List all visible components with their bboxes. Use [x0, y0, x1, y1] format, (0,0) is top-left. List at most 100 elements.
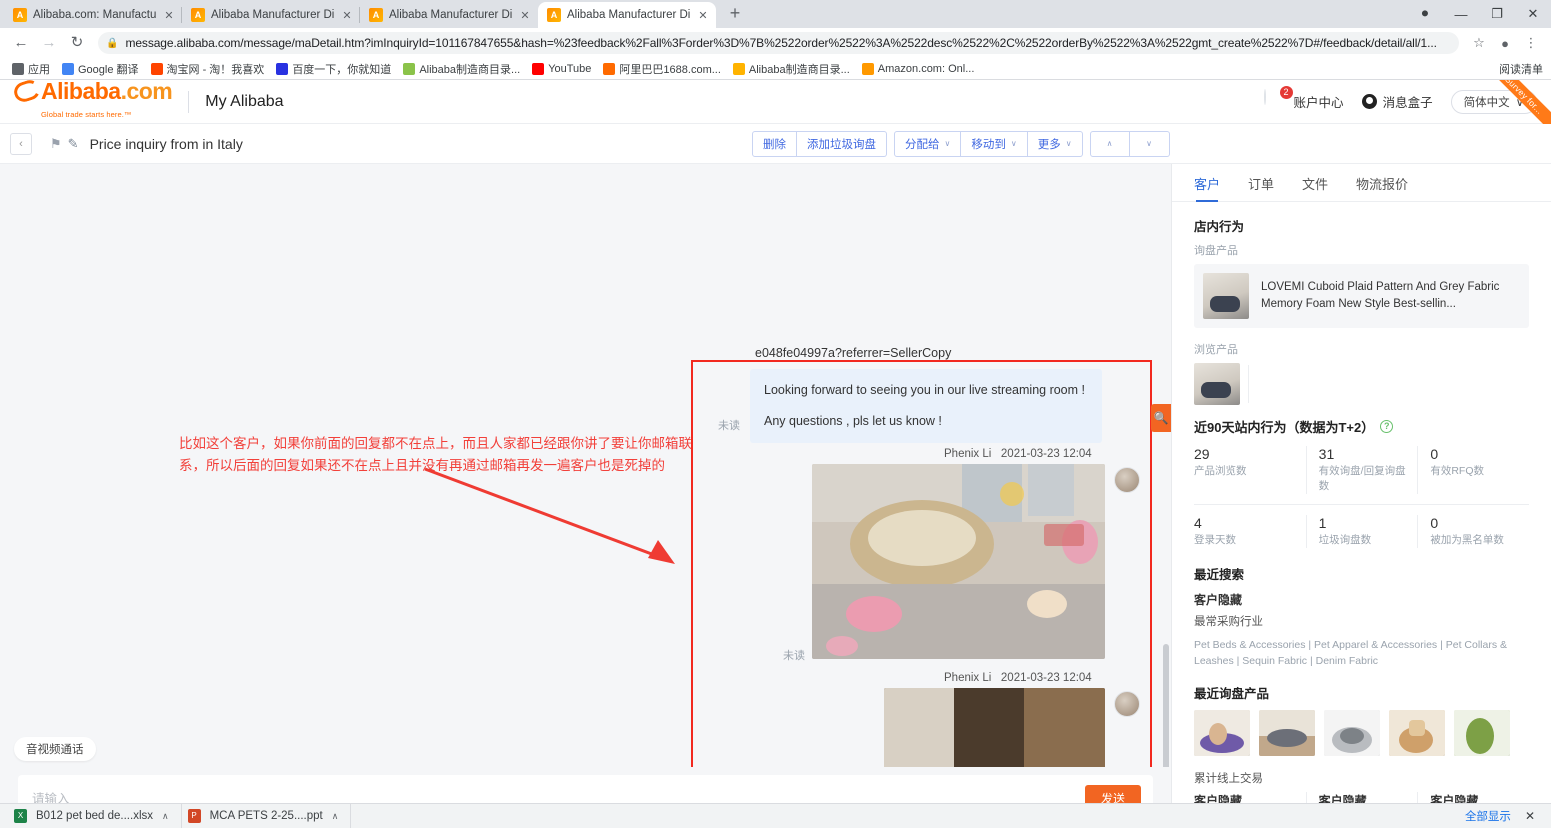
chevron-up-icon[interactable]: ∧ [332, 811, 339, 822]
more-button[interactable]: 更多 ∨ [1027, 130, 1083, 157]
back-icon[interactable]: ← [8, 30, 34, 56]
message-box-button[interactable]: 消息盒子 [1361, 92, 1433, 111]
alibaba-logo[interactable]: Alibaba.com Global trade starts here.™ [11, 80, 173, 122]
panel-tabs: 客户 订单 文件 物流报价 [1172, 164, 1551, 202]
forward-icon[interactable]: → [36, 30, 62, 56]
minimize-icon[interactable]: — [1443, 7, 1479, 22]
stat-cell: 0 有效RFQ数 [1417, 446, 1529, 494]
header-right-group: 2 账户中心 消息盒子 简体中文 ∨ [1263, 85, 1537, 114]
bookmark-label: Alibaba制造商目录... [748, 63, 850, 76]
reading-list-button[interactable]: 阅读清单 [1493, 61, 1543, 77]
delete-label: 删除 [763, 138, 786, 151]
move-to-label: 移动到 [971, 138, 1006, 151]
stats-row-2: 4 登录天数 1 垃圾询盘数 0 被加为黑名单数 [1194, 515, 1529, 548]
close-icon[interactable]: ✕ [696, 9, 710, 22]
excel-file-icon: X [14, 809, 27, 823]
bookmark-item[interactable]: Google 翻译 [56, 61, 145, 77]
message-scroll-area[interactable]: e048fe04997a?referrer=SellerCopy 比如这个客户，… [0, 164, 1171, 767]
inquiry-product-thumbnail[interactable] [1259, 710, 1315, 756]
download-item[interactable]: P MCA PETS 2-25....ppt ∧ [182, 803, 352, 828]
alibaba-dir-icon [732, 62, 745, 75]
bookmark-item[interactable]: 淘宝网 - 淘！我喜欢 [145, 61, 271, 77]
inquiry-product-thumbnail[interactable] [1194, 710, 1250, 756]
flag-icon[interactable]: ⚑ [50, 136, 62, 152]
add-spam-button[interactable]: 添加垃圾询盘 [797, 130, 887, 157]
show-all-downloads-button[interactable]: 全部显示 [1465, 808, 1511, 824]
chevron-up-icon[interactable]: ∧ [162, 811, 169, 822]
chevron-down-icon: ∨ [1515, 96, 1524, 109]
close-icon[interactable]: ✕ [162, 9, 176, 22]
help-icon[interactable]: ? [1380, 420, 1394, 433]
new-tab-button[interactable]: + [722, 1, 748, 27]
inquiry-product-thumbnail[interactable] [1389, 710, 1445, 756]
sender-name: Phenix Li [944, 448, 992, 460]
browser-menu-icon[interactable]: ⋮ [1519, 35, 1543, 51]
thumb-art [1389, 710, 1445, 756]
taobao-icon [150, 62, 163, 75]
alibaba-favicon: A [369, 8, 383, 22]
maximize-icon[interactable]: ❐ [1479, 6, 1515, 22]
notification-badge: 2 [1279, 85, 1293, 99]
close-icon[interactable]: ✕ [518, 9, 532, 22]
tab-files[interactable]: 文件 [1302, 174, 1328, 201]
download-item[interactable]: X B012 pet bed de....xlsx ∧ [8, 803, 182, 828]
extension-icon[interactable]: ⚫ [1407, 6, 1443, 22]
divider [1194, 504, 1529, 505]
bookmark-item[interactable]: 百度一下，你就知道 [270, 61, 397, 77]
message-image[interactable] [812, 464, 1105, 659]
bookmark-apps[interactable]: 应用 [6, 61, 56, 77]
bookmark-item[interactable]: Alibaba制造商目录... [397, 61, 526, 77]
bookmark-label: YouTube [548, 62, 592, 75]
google-translate-icon [62, 62, 74, 75]
close-icon[interactable]: ✕ [340, 9, 354, 22]
chevron-down-icon: ∨ [1065, 139, 1072, 148]
browser-tab-4-active[interactable]: A Alibaba Manufacturer Directo ✕ [538, 2, 716, 28]
tab-customer[interactable]: 客户 [1194, 174, 1220, 202]
close-downloads-bar-icon[interactable]: ✕ [1525, 809, 1535, 823]
assign-to-label: 分配给 [905, 138, 940, 151]
product-thumbnail[interactable] [1194, 363, 1240, 405]
edit-icon[interactable]: ✎ [68, 136, 79, 152]
panel-body: ● 店内行为 询盘产品 LOVEMI Cuboid Plaid Pattern … [1172, 202, 1551, 812]
message-image[interactable] [884, 688, 1105, 767]
message-link-text: e048fe04997a?referrer=SellerCopy [755, 346, 952, 360]
window-close-icon[interactable]: ✕ [1515, 6, 1551, 22]
recent-search-value: 客户隐藏 [1194, 593, 1243, 607]
unread-label: 未读 [718, 420, 740, 432]
bookmark-label: 应用 [28, 63, 50, 76]
scrollbar-thumb[interactable] [1163, 644, 1169, 767]
browser-tab-2[interactable]: A Alibaba Manufacturer Directo ✕ [181, 2, 360, 28]
bookmark-item[interactable]: 阿里巴巴1688.com... [597, 61, 726, 77]
browser-tab-3[interactable]: A Alibaba Manufacturer Directo ✕ [359, 2, 538, 28]
conversation-column: e048fe04997a?referrer=SellerCopy 比如这个客户，… [0, 164, 1171, 827]
browser-tab-1[interactable]: A Alibaba.com: Manufacturers, S ✕ [4, 2, 182, 28]
move-to-button[interactable]: 移动到 ∨ [961, 130, 1028, 157]
language-selector[interactable]: 简体中文 ∨ [1450, 89, 1537, 114]
profile-icon[interactable]: ● [1493, 36, 1517, 51]
reload-icon[interactable]: ↻ [64, 30, 90, 56]
bookmark-item[interactable]: Amazon.com: Onl... [856, 62, 981, 75]
inquiry-product-thumbnail[interactable] [1454, 710, 1510, 756]
bookmark-item[interactable]: YouTube [526, 62, 597, 75]
inquiry-product-thumbnail[interactable] [1324, 710, 1380, 756]
delete-button[interactable]: 删除 [752, 130, 797, 157]
address-bar[interactable]: 🔒 message.alibaba.com/message/maDetail.h… [98, 32, 1459, 54]
bookmark-star-icon[interactable]: ☆ [1467, 35, 1491, 51]
stat-cell: 0 被加为黑名单数 [1417, 515, 1529, 548]
tab-title: Alibaba Manufacturer Directo [567, 9, 690, 21]
previous-message-button[interactable]: ∧ [1089, 130, 1130, 157]
assign-to-button[interactable]: 分配给 ∨ [894, 130, 962, 157]
bubble-line-2: Any questions , pls let us know ! [764, 414, 942, 428]
page-title: Price inquiry from in Italy [89, 135, 243, 152]
next-message-button[interactable]: ∨ [1129, 130, 1170, 157]
tab-logistics-quote[interactable]: 物流报价 [1356, 174, 1408, 201]
account-center-button[interactable]: 2 账户中心 [1263, 85, 1344, 114]
tab-orders[interactable]: 订单 [1248, 174, 1274, 201]
stat-cell: 1 垃圾询盘数 [1305, 515, 1418, 548]
bookmark-item[interactable]: Alibaba制造商目录... [727, 61, 856, 77]
back-button[interactable]: ‹ [10, 132, 32, 155]
photo-content [812, 464, 1105, 659]
inquiry-product-card[interactable]: LOVEMI Cuboid Plaid Pattern And Grey Fab… [1194, 264, 1529, 328]
voice-video-call-button[interactable]: 音视频通话 [14, 737, 96, 761]
search-icon[interactable]: 🔍 [1151, 404, 1171, 432]
